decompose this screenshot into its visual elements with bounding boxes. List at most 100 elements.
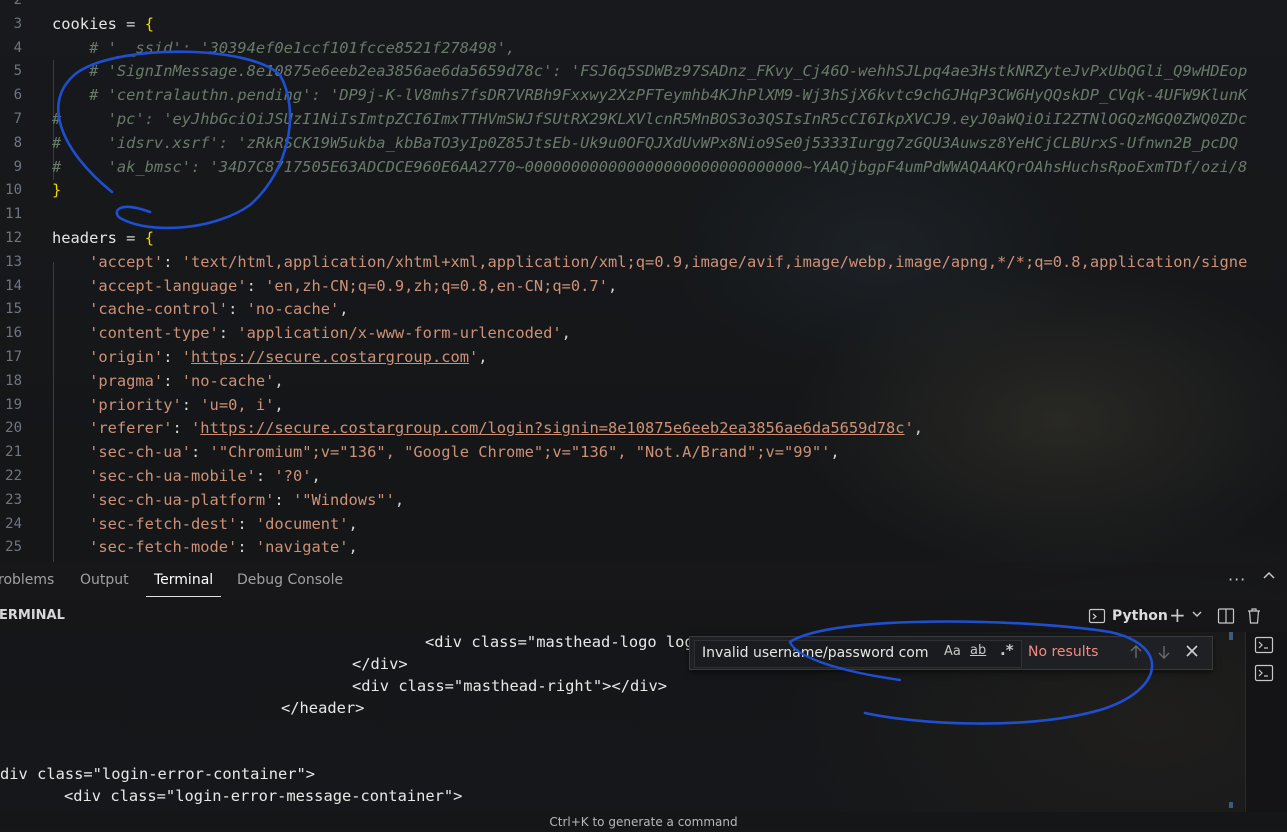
code-text: 'pragma': 'no-cache', xyxy=(52,369,284,393)
code-line[interactable]: 13 'accept': 'text/html,application/xhtm… xyxy=(0,250,1287,274)
code-token[interactable]: https://secure.costargroup.com xyxy=(191,348,469,366)
line-number: 14 xyxy=(5,277,22,294)
code-text: } xyxy=(52,178,61,202)
terminal-scrollbar[interactable] xyxy=(1229,632,1234,810)
code-line[interactable]: 3 cookies = { xyxy=(0,12,1287,36)
code-token: 'priority' xyxy=(52,395,182,414)
code-line[interactable]: 22 'sec-ch-ua-mobile': '?0', xyxy=(0,464,1287,488)
terminal-icon xyxy=(1088,607,1106,629)
code-token: 'pragma' xyxy=(52,371,164,390)
code-text: 'origin': 'https://secure.costargroup.co… xyxy=(52,345,488,369)
code-token: , xyxy=(561,324,571,343)
whole-word-toggle[interactable]: ab xyxy=(970,643,986,658)
code-line[interactable]: 14 'accept-language': 'en,zh-CN;q=0.9,zh… xyxy=(0,274,1287,298)
line-number: 5 xyxy=(13,63,22,80)
line-number: 18 xyxy=(5,372,22,389)
code-line[interactable]: 6 # 'centralauthn.pending': 'DP9j-K-lV8m… xyxy=(0,83,1287,107)
code-line[interactable]: 17 'origin': 'https://secure.costargroup… xyxy=(0,345,1287,369)
code-editor[interactable]: 2 3 cookies = {4 # '__ssid': '30394ef0e1cc… xyxy=(0,0,1287,562)
chevron-up-icon[interactable] xyxy=(1261,568,1277,588)
terminal-instance-icon[interactable] xyxy=(1254,636,1274,658)
code-line[interactable]: 20 'referer': 'https://secure.costargrou… xyxy=(0,416,1287,440)
line-number: 21 xyxy=(5,444,22,461)
code-token: 'cache-control' xyxy=(52,300,229,319)
code-token: : xyxy=(274,490,293,509)
line-number: 6 xyxy=(13,87,22,104)
ellipsis-icon[interactable]: ··· xyxy=(1228,570,1246,589)
code-token: 'u=0, i' xyxy=(200,395,275,414)
code-token: 'sec-fetch-mode' xyxy=(52,538,238,557)
code-line[interactable]: 21 'sec-ch-ua': '"Chromium";v="136", "Go… xyxy=(0,440,1287,464)
code-line[interactable]: 25 'sec-fetch-mode': 'navigate', xyxy=(0,535,1287,559)
code-token: '"Chromium";v="136", "Google Chrome";v="… xyxy=(209,443,831,462)
code-token: ' xyxy=(181,348,192,366)
code-line[interactable]: 4 # '__ssid': '30394ef0e1ccf101fcce8521f… xyxy=(0,36,1287,60)
code-line[interactable]: 23 'sec-ch-ua-platform': '"Windows"', xyxy=(0,488,1287,512)
code-token: , xyxy=(478,348,488,366)
tab-output[interactable]: Output xyxy=(80,572,129,588)
find-widget: Invalid username/password com Aa ab .* N… xyxy=(689,636,1213,670)
chevron-down-icon[interactable] xyxy=(1191,606,1203,626)
code-line[interactable]: 8 # 'idsrv.xsrf': 'zRkRSCK19W5ukba_kbBaTO… xyxy=(0,131,1287,155)
terminal-instance-icon[interactable] xyxy=(1254,664,1274,686)
code-text: headers = { xyxy=(52,226,154,250)
code-token: { xyxy=(144,14,154,33)
line-number: 24 xyxy=(5,515,22,532)
split-terminal-icon[interactable] xyxy=(1217,607,1235,629)
terminal-profile-label[interactable]: Python xyxy=(1112,608,1168,624)
line-number: 2 xyxy=(13,0,22,8)
code-token: : xyxy=(228,300,247,319)
code-line[interactable]: 19 'priority': 'u=0, i', xyxy=(0,393,1287,417)
code-text: # 'idsrv.xsrf': 'zRkRSCK19W5ukba_kbBaTO3… xyxy=(52,131,1238,155)
code-token: # 'ak_bmsc': '34D7C8717505E63ADCDCE960E6… xyxy=(52,157,1248,176)
code-token: 'navigate' xyxy=(255,538,349,557)
code-text: 'accept': 'text/html,application/xhtml+x… xyxy=(52,250,1247,274)
tab-problems[interactable]: roblems xyxy=(0,572,54,588)
line-number: 13 xyxy=(5,253,22,270)
tab-debug-console[interactable]: Debug Console xyxy=(237,572,343,588)
line-number: 15 xyxy=(5,301,22,318)
code-token: # '__ssid': '30394ef0e1ccf101fcce8521f27… xyxy=(52,38,516,57)
line-number: 9 xyxy=(13,158,22,175)
code-line[interactable]: 24 'sec-fetch-dest': 'document', xyxy=(0,512,1287,536)
match-case-toggle[interactable]: Aa xyxy=(944,644,961,659)
code-text: 'priority': 'u=0, i', xyxy=(52,393,284,417)
code-token: # 'pc': 'eyJhbGciOiJSUzI1NiIsImtpZCI6Imx… xyxy=(52,110,1248,128)
code-token: 'application/x-www-form-urlencoded' xyxy=(237,324,562,343)
add-terminal-icon[interactable]: + xyxy=(1169,603,1186,627)
terminal-line: </div> xyxy=(352,655,408,673)
code-token: , xyxy=(394,490,405,509)
code-token: 'origin' xyxy=(52,348,164,366)
code-token: , xyxy=(607,276,618,295)
code-token: # 'idsrv.xsrf': 'zRkRSCK19W5ukba_kbBaTO3… xyxy=(52,133,1239,152)
line-number: 11 xyxy=(5,206,22,223)
arrow-down-icon[interactable] xyxy=(1156,643,1172,665)
line-number: 8 xyxy=(13,134,22,151)
panel-tab-bar: roblems Output Terminal Debug Console ··… xyxy=(0,562,1287,600)
code-token: 'en,zh-CN;q=0.9,zh;q=0.8,en-CN;q=0.7' xyxy=(265,276,608,295)
code-token[interactable]: https://secure.costargroup.com/login?sig… xyxy=(200,419,904,437)
code-line[interactable]: 12 headers = { xyxy=(0,226,1287,250)
code-line[interactable]: 16 'content-type': 'application/x-www-fo… xyxy=(0,321,1287,345)
find-input-value: Invalid username/password com xyxy=(702,645,929,661)
code-token: 'sec-fetch-dest' xyxy=(52,514,238,533)
code-token: '?0' xyxy=(274,467,312,485)
code-line[interactable]: 18 'pragma': 'no-cache', xyxy=(0,369,1287,393)
code-token: } xyxy=(52,181,62,200)
trash-icon[interactable] xyxy=(1246,607,1262,629)
code-line[interactable]: 2 xyxy=(0,0,1287,12)
code-line[interactable]: 15 'cache-control': 'no-cache', xyxy=(0,297,1287,321)
status-hint: Ctrl+K to generate a command xyxy=(549,815,738,829)
find-result-status: No results xyxy=(1028,644,1099,660)
code-line[interactable]: 10} xyxy=(0,178,1287,202)
code-token: # 'SignInMessage.8e10875e6eeb2ea3856ae6d… xyxy=(52,62,1248,81)
code-line[interactable]: 5 # 'SignInMessage.8e10875e6eeb2ea3856ae… xyxy=(0,59,1287,83)
close-icon[interactable] xyxy=(1185,644,1199,662)
tab-terminal[interactable]: Terminal xyxy=(145,572,222,597)
code-token: 'text/html,application/xhtml+xml,applica… xyxy=(181,252,1248,271)
code-line[interactable]: 7 # 'pc': 'eyJhbGciOiJSUzI1NiIsImtpZCI6Im… xyxy=(0,107,1287,131)
regex-toggle[interactable]: .* xyxy=(1000,641,1014,659)
code-line[interactable]: 11 xyxy=(0,202,1287,226)
arrow-up-icon[interactable] xyxy=(1128,643,1144,665)
code-line[interactable]: 9 # 'ak_bmsc': '34D7C8717505E63ADCDCE960E… xyxy=(0,155,1287,179)
